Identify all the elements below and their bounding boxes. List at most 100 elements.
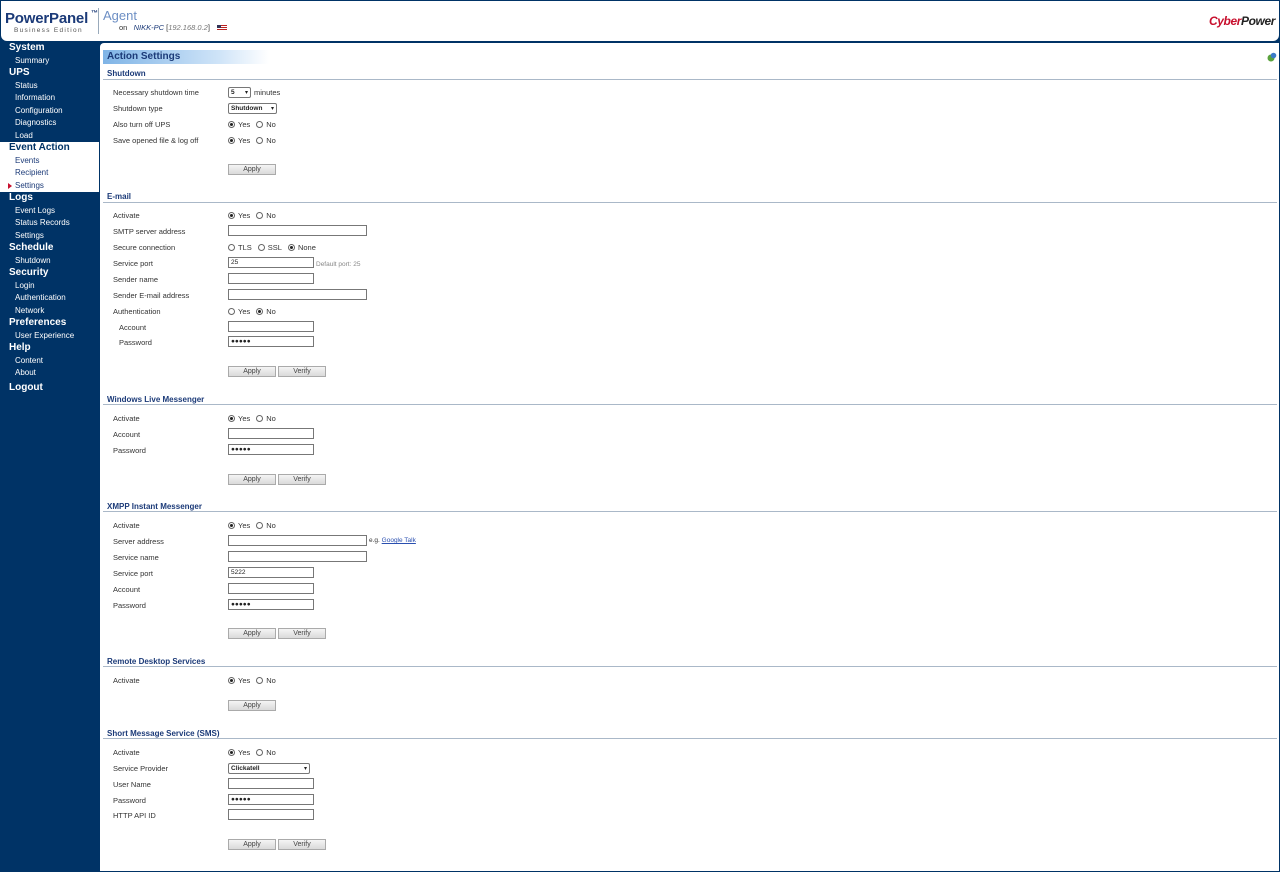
xmpp-activate-yes-radio[interactable] [228,522,235,529]
wlm-account-input[interactable] [228,428,314,439]
wlm-apply-button[interactable]: Apply [228,474,276,485]
email-auth-label: Authentication [113,307,161,316]
nav-login[interactable]: Login [0,280,99,293]
sms-api-id-input[interactable] [228,809,314,820]
nav-schedule[interactable]: Schedule [0,242,99,255]
nav-logs[interactable]: Logs [0,192,99,205]
wlm-activate-label: Activate [113,414,140,423]
nav-event-action[interactable]: Event Action [0,142,99,155]
nav-ups-information[interactable]: Information [0,92,99,105]
shutdown-type-select[interactable]: Shutdown ▾ [228,103,277,114]
current-page-arrow-icon [8,182,12,189]
nav-schedule-shutdown[interactable]: Shutdown [0,255,99,268]
email-account-input[interactable] [228,321,314,332]
section-divider [103,202,1277,203]
nav-preferences[interactable]: Preferences [0,317,99,330]
nav-security[interactable]: Security [0,267,99,280]
rds-activate-no-radio[interactable] [256,677,264,684]
xmpp-account-input[interactable] [228,583,314,594]
wlm-activate-no-radio[interactable] [256,415,264,422]
nav-help[interactable]: Help [0,342,99,355]
nav-event-logs[interactable]: Event Logs [0,205,99,218]
sender-name-input[interactable] [228,273,314,284]
xmpp-activate-radios: Yes No [228,521,276,530]
google-talk-link[interactable]: Google Talk [382,537,416,544]
wlm-verify-button[interactable]: Verify [278,474,326,485]
xmpp-port-label: Service port [113,569,154,578]
nav-ups[interactable]: UPS [0,67,99,80]
sender-email-input[interactable] [228,289,367,300]
xmpp-service-name-label: Service name [113,553,159,562]
sms-activate-no-radio[interactable] [256,749,264,756]
wlm-activate-yes-radio[interactable] [228,415,235,422]
smtp-server-label: SMTP server address [113,227,186,236]
sms-provider-select[interactable]: Clickatell ▾ [228,763,310,774]
email-verify-button[interactable]: Verify [278,366,326,377]
nav-events[interactable]: Events [0,154,99,167]
xmpp-service-name-input[interactable] [228,551,367,562]
wlm-account-label: Account [113,430,141,439]
us-flag-icon[interactable] [217,25,227,31]
logo-edition: Business Edition [14,27,83,34]
header-divider [98,8,99,34]
nav-ups-load[interactable]: Load [0,130,99,143]
nav-recipient[interactable]: Recipient [0,167,99,180]
nav-system[interactable]: System [0,42,99,55]
xmpp-port-input[interactable]: 5222 [228,567,314,578]
email-password-input[interactable]: ●●●●● [228,336,314,347]
sms-verify-button[interactable]: Verify [278,839,326,850]
nav-ups-configuration[interactable]: Configuration [0,105,99,118]
nav-summary[interactable]: Summary [0,55,99,68]
nav-event-settings[interactable]: Settings [0,179,99,192]
nav-logout[interactable]: Logout [0,381,99,394]
tls-radio[interactable] [228,244,235,251]
turn-off-ups-no-radio[interactable] [256,121,264,128]
sms-provider-label: Service Provider [113,764,169,773]
nav-event-settings-label: Settings [15,180,44,190]
nav-logs-settings[interactable]: Settings [0,230,99,243]
xmpp-apply-button[interactable]: Apply [228,628,276,639]
xmpp-activate-no-radio[interactable] [256,522,264,529]
nav-status-records[interactable]: Status Records [0,217,99,230]
nav-about[interactable]: About [0,367,99,380]
xmpp-server-input[interactable] [228,535,367,546]
email-activate-no-radio[interactable] [256,212,264,219]
smtp-server-input[interactable] [228,225,367,236]
xmpp-password-input[interactable]: ●●●●● [228,599,314,610]
sms-apply-button[interactable]: Apply [228,839,276,850]
xmpp-verify-button[interactable]: Verify [278,628,326,639]
ssl-radio[interactable] [257,244,265,251]
wlm-password-input[interactable]: ●●●●● [228,444,314,455]
save-files-yes-radio[interactable] [228,137,235,144]
email-apply-button[interactable]: Apply [228,366,276,377]
save-files-label: Save opened file & log off [113,136,199,145]
rds-activate-label: Activate [113,676,140,685]
nav-content[interactable]: Content [0,355,99,368]
secure-connection-label: Secure connection [113,243,176,252]
sms-activate-yes-radio[interactable] [228,749,235,756]
email-auth-no-radio[interactable] [256,308,264,315]
rds-activate-yes-radio[interactable] [228,677,235,684]
rds-apply-button[interactable]: Apply [228,700,276,711]
shutdown-time-label: Necessary shutdown time [113,88,199,97]
turn-off-ups-yes-radio[interactable] [228,121,235,128]
none-radio[interactable] [287,244,295,251]
email-port-input[interactable]: 25 [228,257,314,268]
help-icon[interactable] [1267,52,1277,62]
xmpp-section-title: XMPP Instant Messenger [107,502,202,511]
sms-api-id-label: HTTP API ID [113,811,156,820]
host-on: on [119,23,128,32]
save-files-no-radio[interactable] [256,137,264,144]
header: PowerPanel ™ Business Edition Agent on N… [1,1,1279,41]
nav-user-experience[interactable]: User Experience [0,330,99,343]
shutdown-apply-button[interactable]: Apply [228,164,276,175]
email-auth-yes-radio[interactable] [228,308,235,315]
shutdown-time-select[interactable]: 5 ▾ [228,87,251,98]
nav-ups-status[interactable]: Status [0,80,99,93]
sms-user-name-input[interactable] [228,778,314,789]
nav-ups-diagnostics[interactable]: Diagnostics [0,117,99,130]
nav-network[interactable]: Network [0,305,99,318]
email-activate-yes-radio[interactable] [228,212,235,219]
sms-password-input[interactable]: ●●●●● [228,794,314,805]
nav-authentication[interactable]: Authentication [0,292,99,305]
